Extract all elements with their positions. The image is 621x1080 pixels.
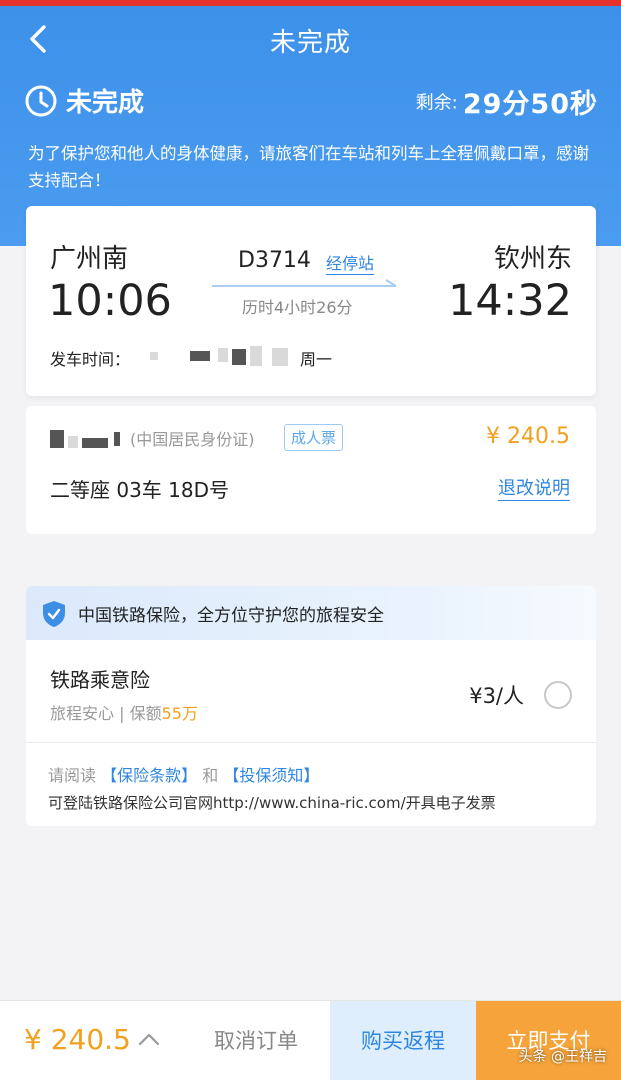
countdown: 剩余: 29分50秒 bbox=[416, 82, 598, 121]
trip-duration: 历时4小时26分 bbox=[242, 298, 353, 317]
to-station: 钦州东 bbox=[493, 244, 572, 274]
invoice-note: 可登陆铁路保险公司官网http://www.china-ric.com/开具电子… bbox=[48, 794, 496, 812]
bottom-action-bar: ¥ 240.5 取消订单 购买返程 立即支付 bbox=[0, 1000, 621, 1080]
insurance-terms-link[interactable]: 【保险条款】 bbox=[101, 766, 197, 785]
redacted-name bbox=[50, 430, 64, 448]
insurance-banner-text: 中国铁路保险，全方位守护您的旅程安全 bbox=[78, 606, 384, 626]
order-status-row: 未完成 剩余: 29分50秒 bbox=[24, 82, 598, 122]
trip-card: 广州南 10:06 D3714 经停站 历时4小时26分 钦州东 14:32 发… bbox=[26, 206, 596, 396]
redacted-date bbox=[218, 348, 228, 362]
redacted-name bbox=[68, 436, 78, 448]
insurance-subtitle: 旅程安心 | 保额55万 bbox=[50, 700, 198, 724]
buy-return-button[interactable]: 购买返程 bbox=[330, 1001, 476, 1080]
clock-icon bbox=[25, 85, 57, 117]
departure-label: 发车时间： bbox=[50, 350, 131, 369]
pay-now-button[interactable]: 立即支付 bbox=[476, 1001, 621, 1080]
health-notice: 为了保护您和他人的身体健康，请旅客们在车站和列车上全程佩戴口罩，感谢支持配合！ bbox=[28, 144, 589, 190]
chevron-up-icon[interactable] bbox=[138, 1031, 160, 1047]
redacted-name bbox=[82, 438, 108, 448]
insurance-subtitle-text: 旅程安心 | 保额 bbox=[50, 704, 162, 723]
cancel-order-button[interactable]: 取消订单 bbox=[186, 1001, 326, 1080]
read-prefix: 请阅读 bbox=[48, 766, 97, 785]
status-label: 未完成 bbox=[66, 88, 145, 118]
total-price: ¥ 240.5 bbox=[24, 1023, 131, 1056]
direction-arrow-icon bbox=[212, 279, 397, 287]
to-time: 14:32 bbox=[448, 276, 572, 326]
page-title: 未完成 bbox=[269, 28, 351, 58]
insurance-select-radio[interactable] bbox=[544, 681, 572, 709]
and-text: 和 bbox=[202, 766, 219, 785]
weekday: 周一 bbox=[300, 350, 333, 369]
stops-link[interactable]: 经停站 bbox=[326, 250, 375, 275]
insurance-price: ¥3/人 bbox=[469, 684, 524, 708]
from-station: 广州南 bbox=[50, 244, 129, 274]
refund-policy-link[interactable]: 退改说明 bbox=[498, 474, 570, 501]
countdown-value: 29分50秒 bbox=[462, 89, 598, 120]
insurance-card: 中国铁路保险，全方位守护您的旅程安全 铁路乘意险 旅程安心 | 保额55万 ¥3… bbox=[26, 586, 596, 826]
train-number: D3714 bbox=[238, 248, 311, 273]
redacted-date bbox=[150, 352, 158, 360]
countdown-label: 剩余: bbox=[415, 92, 458, 114]
shield-icon bbox=[43, 601, 65, 627]
redacted-name bbox=[114, 432, 120, 446]
insurance-name: 铁路乘意险 bbox=[50, 668, 150, 692]
insurance-notice-link[interactable]: 【投保须知】 bbox=[223, 766, 319, 785]
watermark: 头条 @王祥吉 bbox=[518, 1049, 607, 1065]
id-type: (中国居民身份证) bbox=[130, 430, 255, 449]
ticket-price: ¥ 240.5 bbox=[486, 424, 570, 449]
nav-bar: 未完成 bbox=[0, 6, 621, 72]
insurance-banner: 中国铁路保险，全方位守护您的旅程安全 bbox=[26, 586, 596, 640]
redacted-date bbox=[190, 351, 210, 361]
redacted-date bbox=[250, 346, 262, 366]
passenger-card: (中国居民身份证) 成人票 ¥ 240.5 二等座 03车 18D号 退改说明 bbox=[26, 406, 596, 534]
divider bbox=[26, 742, 596, 743]
ticket-type-badge: 成人票 bbox=[284, 424, 344, 451]
terms-line: 请阅读 【保险条款】 和 【投保须知】 bbox=[48, 762, 319, 786]
redacted-date bbox=[232, 349, 246, 365]
from-time: 10:06 bbox=[48, 276, 172, 326]
redacted-date bbox=[272, 348, 288, 366]
seat-info: 二等座 03车 18D号 bbox=[50, 478, 230, 502]
coverage-amount: 55万 bbox=[161, 704, 198, 723]
